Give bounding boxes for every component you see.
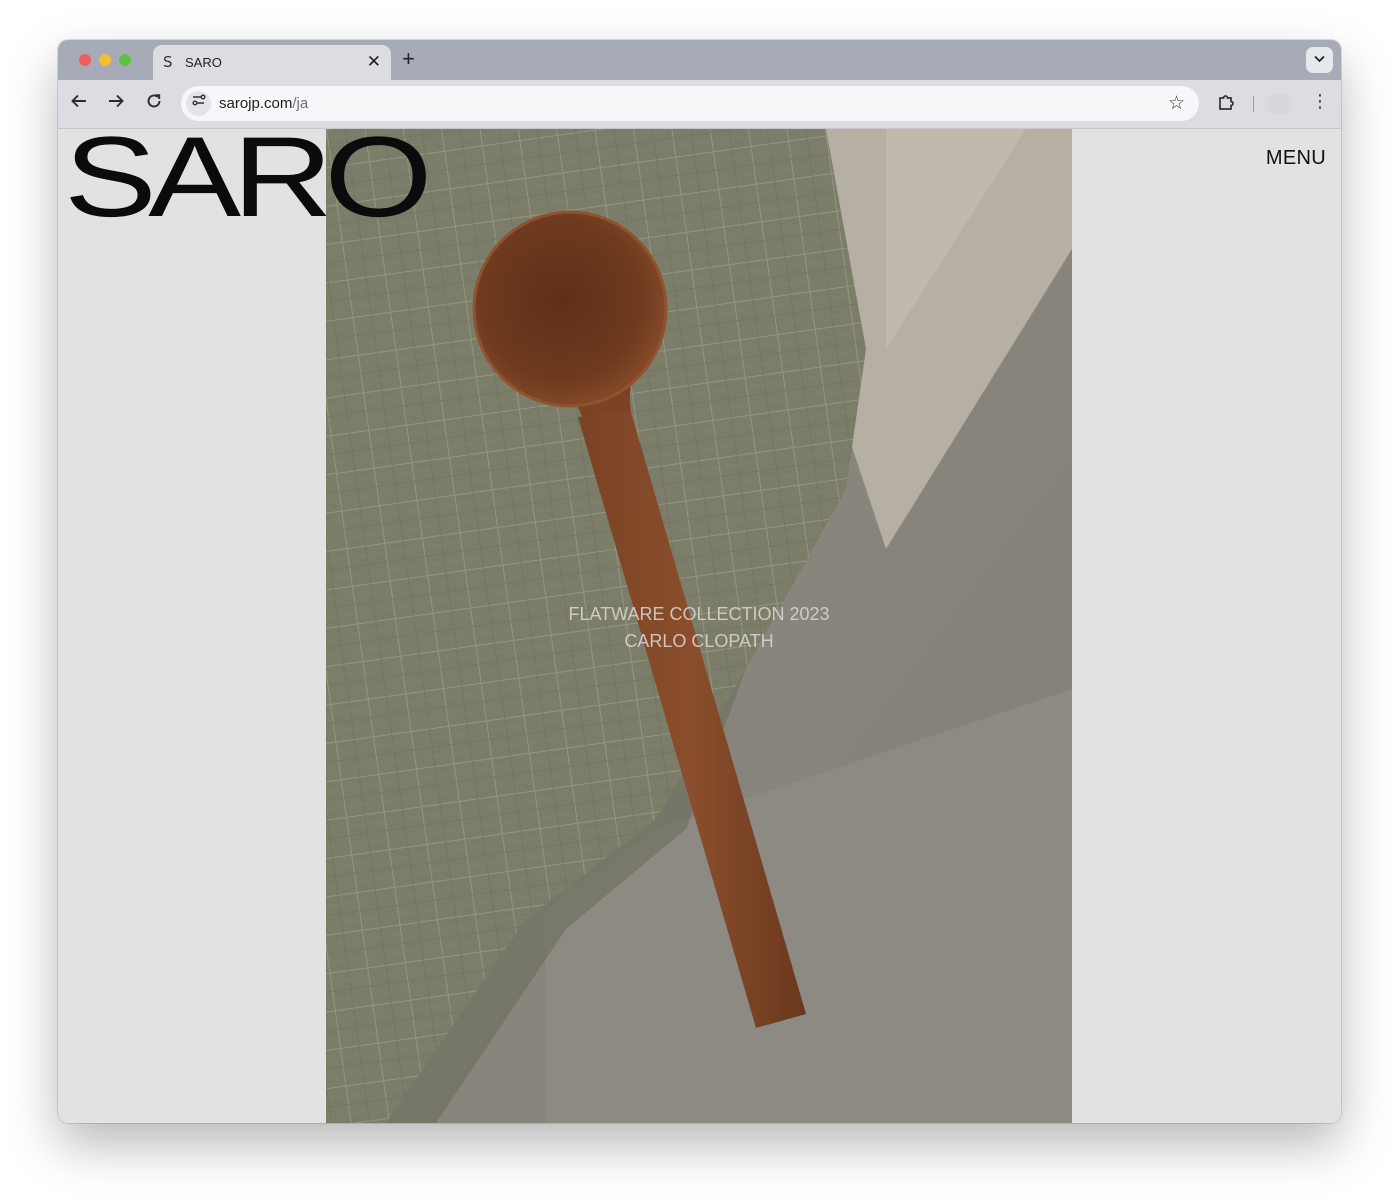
address-bar[interactable]: sarojp.com/ja ☆ [181, 86, 1199, 121]
menu-button[interactable]: MENU [1266, 147, 1326, 170]
kebab-icon[interactable]: ⋮ [1311, 91, 1329, 112]
minimize-window-button[interactable] [99, 54, 111, 66]
tab-strip: S SARO ✕ + [58, 40, 1341, 80]
close-icon[interactable]: ✕ [367, 52, 381, 72]
saro-logo[interactable]: SARO [64, 129, 433, 235]
hero-caption[interactable]: FLATWARE COLLECTION 2023 CARLO CLOPATH [326, 601, 1072, 655]
collection-title: FLATWARE COLLECTION 2023 [568, 604, 830, 624]
close-window-button[interactable] [79, 54, 91, 66]
star-icon[interactable]: ☆ [1168, 92, 1185, 115]
designer-name: CARLO CLOPATH [624, 631, 774, 651]
toolbar-divider [1253, 96, 1254, 112]
zoom-window-button[interactable] [119, 54, 131, 66]
reload-icon[interactable] [145, 92, 163, 116]
profile-avatar[interactable] [1266, 94, 1292, 114]
tab-title: SARO [185, 55, 222, 70]
url-text[interactable]: sarojp.com/ja [219, 95, 308, 112]
browser-window: S SARO ✕ + sarojp.com/ja ☆ ⋮ SARO MENU F… [58, 40, 1341, 1123]
url-path: /ja [292, 95, 309, 112]
tune-icon[interactable] [186, 91, 211, 116]
chevron-down-icon[interactable] [1306, 47, 1333, 73]
arrow-right-icon[interactable] [107, 92, 125, 116]
url-host: sarojp.com [219, 95, 293, 112]
tab-saro[interactable]: S SARO ✕ [153, 45, 391, 80]
web-page: SARO MENU FLATWARE COLLECTION 2023 CARLO… [58, 129, 1341, 1123]
arrow-left-icon[interactable] [70, 92, 88, 116]
site-favicon-icon: S [163, 53, 173, 71]
plus-icon[interactable]: + [402, 47, 415, 71]
browser-toolbar: sarojp.com/ja ☆ ⋮ [58, 80, 1341, 129]
puzzle-icon[interactable] [1216, 92, 1236, 117]
